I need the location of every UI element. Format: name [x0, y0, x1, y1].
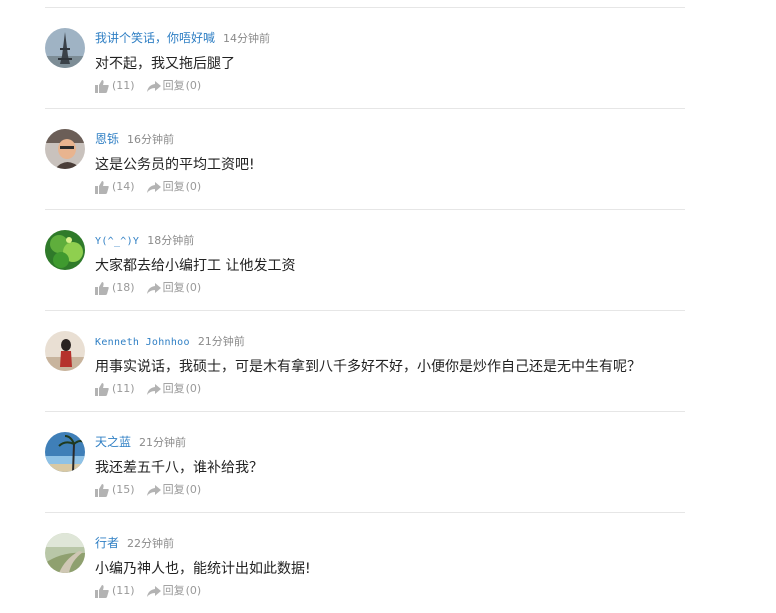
like-button[interactable]: (11) — [95, 78, 135, 94]
avatar[interactable] — [45, 533, 85, 573]
username-link[interactable]: 天之蓝 — [95, 435, 131, 449]
reply-count: (0) — [185, 584, 202, 597]
reply-button[interactable]: 回复 (0) — [146, 583, 202, 599]
like-count: (15) — [112, 483, 135, 496]
like-count: (11) — [112, 584, 135, 597]
share-arrow-icon — [146, 383, 161, 395]
reply-button[interactable]: 回复 (0) — [146, 482, 202, 498]
reply-label: 回复 — [162, 281, 185, 294]
thumbs-up-icon — [95, 483, 109, 497]
comment-meta: 行者 22分钟前 — [95, 533, 174, 551]
comment-item: Y(^_^)Y 18分钟前 大家都去给小编打工 让他发工资 (18) 回复 (0) — [45, 210, 685, 311]
share-arrow-icon — [146, 80, 161, 92]
share-arrow-icon — [146, 181, 161, 193]
reply-label: 回复 — [162, 584, 185, 597]
comment-time: 22分钟前 — [127, 537, 175, 550]
reply-button[interactable]: 回复 (0) — [146, 280, 202, 296]
comment-text: 用事实说话，我硕士，可是木有拿到八千多好不好，小便你是炒作自己还是无中生有呢？ — [95, 359, 641, 375]
username-link[interactable]: 恩铄 — [95, 132, 119, 146]
comment-time: 14分钟前 — [223, 32, 271, 45]
avatar-person-photo-image — [45, 129, 85, 169]
reply-button[interactable]: 回复 (0) — [146, 381, 202, 397]
reply-count: (0) — [185, 382, 202, 395]
like-count: (18) — [112, 281, 135, 294]
comment-actions: (11) 回复 (0) — [95, 78, 201, 94]
share-arrow-icon — [146, 282, 161, 294]
comment-actions: (11) 回复 (0) — [95, 381, 201, 397]
like-button[interactable]: (14) — [95, 179, 135, 195]
comment-meta: 天之蓝 21分钟前 — [95, 432, 186, 450]
comment-text: 我还差五千八，谁补给我？ — [95, 460, 263, 476]
reply-count: (0) — [185, 79, 202, 92]
comment-actions: (18) 回复 (0) — [95, 280, 201, 296]
reply-count: (0) — [185, 281, 202, 294]
comment-text: 大家都去给小编打工 让他发工资 — [95, 258, 296, 274]
comment-actions: (11) 回复 (0) — [95, 583, 201, 599]
thumbs-up-icon — [95, 281, 109, 295]
comment-item: 恩铄 16分钟前 这是公务员的平均工资吧! (14) 回复 (0) — [45, 109, 685, 210]
share-arrow-icon — [146, 484, 161, 496]
thumbs-up-icon — [95, 584, 109, 598]
username-link[interactable]: 行者 — [95, 536, 119, 550]
comment-text: 对不起，我又拖后腿了 — [95, 56, 235, 72]
comment-meta: Kenneth Johnhoo 21分钟前 — [95, 331, 245, 349]
avatar[interactable] — [45, 129, 85, 169]
username-link[interactable]: Y(^_^)Y — [95, 236, 139, 247]
username-link[interactable]: 我讲个笑话，你唔好喊 — [95, 31, 215, 45]
like-button[interactable]: (11) — [95, 381, 135, 397]
avatar-road-landscape-image — [45, 533, 85, 573]
thumbs-up-icon — [95, 382, 109, 396]
reply-label: 回复 — [162, 180, 185, 193]
username-link[interactable]: Kenneth Johnhoo — [95, 337, 190, 348]
comment-item: 我讲个笑话，你唔好喊 14分钟前 对不起，我又拖后腿了 (11) 回复 (0) — [45, 8, 685, 109]
comment-meta: 我讲个笑话，你唔好喊 14分钟前 — [95, 28, 270, 46]
avatar-person-silhouette-image — [45, 331, 85, 371]
reply-label: 回复 — [162, 483, 185, 496]
comment-actions: (14) 回复 (0) — [95, 179, 201, 195]
avatar[interactable] — [45, 28, 85, 68]
thumbs-up-icon — [95, 180, 109, 194]
comment-list: 我讲个笑话，你唔好喊 14分钟前 对不起，我又拖后腿了 (11) 回复 (0) — [45, 8, 685, 613]
avatar[interactable] — [45, 432, 85, 472]
comment-time: 21分钟前 — [139, 436, 187, 449]
comment-meta: 恩铄 16分钟前 — [95, 129, 174, 147]
comment-time: 16分钟前 — [127, 133, 175, 146]
comment-meta: Y(^_^)Y 18分钟前 — [95, 230, 194, 248]
avatar-eiffel-tower-image — [45, 28, 85, 68]
share-arrow-icon — [146, 585, 161, 597]
like-count: (11) — [112, 79, 135, 92]
comment-text: 这是公务员的平均工资吧! — [95, 157, 255, 173]
reply-button[interactable]: 回复 (0) — [146, 78, 202, 94]
like-button[interactable]: (18) — [95, 280, 135, 296]
reply-button[interactable]: 回复 (0) — [146, 179, 202, 195]
like-button[interactable]: (11) — [95, 583, 135, 599]
thumbs-up-icon — [95, 79, 109, 93]
reply-count: (0) — [185, 483, 202, 496]
like-count: (11) — [112, 382, 135, 395]
avatar-green-plant-image — [45, 230, 85, 270]
comment-time: 18分钟前 — [147, 234, 195, 247]
reply-label: 回复 — [162, 382, 185, 395]
avatar[interactable] — [45, 331, 85, 371]
comment-item: Kenneth Johnhoo 21分钟前 用事实说话，我硕士，可是木有拿到八千多… — [45, 311, 685, 412]
like-button[interactable]: (15) — [95, 482, 135, 498]
avatar-beach-palm-image — [45, 432, 85, 472]
comment-actions: (15) 回复 (0) — [95, 482, 201, 498]
comment-item: 天之蓝 21分钟前 我还差五千八，谁补给我？ (15) 回复 (0) — [45, 412, 685, 513]
comment-item: 行者 22分钟前 小编乃神人也，能统计出如此数据! (11) 回复 (0) — [45, 513, 685, 613]
reply-count: (0) — [185, 180, 202, 193]
comment-time: 21分钟前 — [197, 335, 245, 348]
avatar[interactable] — [45, 230, 85, 270]
like-count: (14) — [112, 180, 135, 193]
reply-label: 回复 — [162, 79, 185, 92]
comment-text: 小编乃神人也，能统计出如此数据! — [95, 561, 311, 577]
